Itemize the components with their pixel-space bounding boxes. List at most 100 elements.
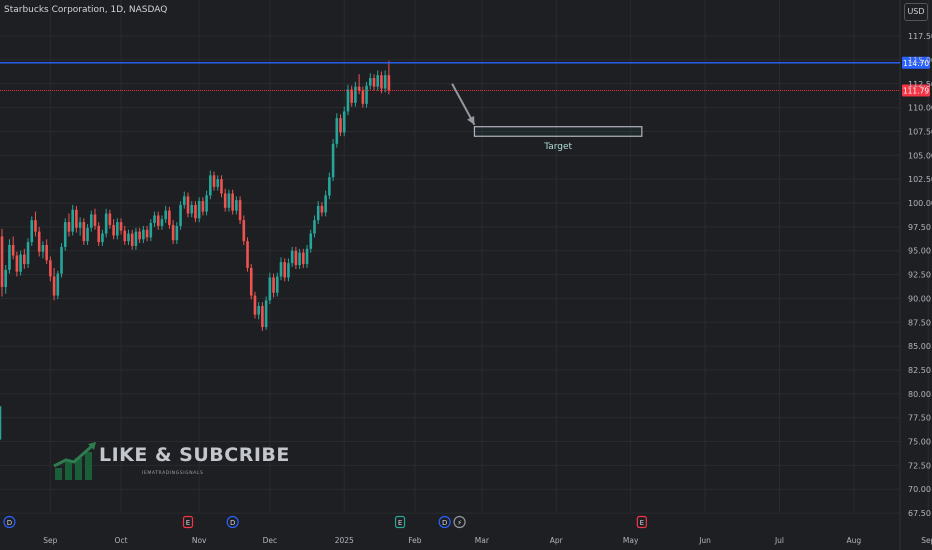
candle-body [52,276,56,296]
candle-body [179,204,182,226]
candle-body [78,222,82,228]
candle-body [56,273,60,296]
y-tick-label: 75.00 [908,438,931,447]
candle-body [275,276,279,293]
candle-body [190,204,194,214]
time-axis[interactable]: Sep Oct Nov Dec 2025 Feb Mar Apr May Jun Jul Aug Sep… [43,536,932,545]
candle-body [253,295,257,315]
candle-body [11,245,15,256]
candle-body [15,255,19,272]
dividend-marker-label: D [442,519,447,527]
candle-body [60,246,63,274]
candle-body [294,250,298,266]
candle-body [82,222,86,242]
x-tick-label: Sep [921,536,932,545]
chart-title: Starbucks Corporation, 1D, NASDAQ [4,5,168,15]
candle-body [119,222,123,231]
y-tick-label: 77.50 [908,414,931,423]
y-tick-label: 72.50 [908,461,931,470]
candle-body [164,210,167,220]
y-tick-label: 100.00 [908,199,932,208]
candle-body [149,223,153,238]
currency-button[interactable]: USD [904,3,928,21]
candle-body [272,277,275,293]
candle-body [302,252,305,265]
x-tick-label: Jun [698,536,711,545]
watermark: LIKE & SUBCRIBE IEMATRADINGSIGNALS [52,440,289,485]
split-marker-label: ⚡ [457,519,462,527]
candle-body [130,233,134,246]
candle-body [8,245,11,270]
candle-body [138,231,141,240]
target-label: Target [543,142,572,152]
candle-body [212,175,216,187]
x-tick-label: 2025 [335,536,354,545]
dividend-marker-label: D [7,519,12,527]
y-tick-label: 110.00 [908,104,932,113]
annotations[interactable]: Target [451,83,643,152]
candle-body [264,300,268,328]
candle-body [339,118,342,133]
candle-body [30,220,34,243]
target-box[interactable] [473,126,643,137]
candle-body [142,229,145,240]
candle-body [372,78,376,87]
candle-body [75,209,78,228]
candle-body [309,233,313,249]
candle-body [116,222,119,236]
candle-body [316,205,320,221]
candle-body [368,78,372,86]
candle-body [104,213,108,234]
candle-body [97,225,101,243]
y-tick-label: 90.00 [908,294,931,303]
candle-body [4,269,8,287]
y-tick-label: 82.50 [908,366,931,375]
x-tick-label: May [623,536,639,545]
candle-body [145,229,149,238]
candle-body [249,267,253,296]
candle-body [71,209,74,232]
candle-body [101,233,104,243]
candle-body [186,196,190,214]
y-tick-label: 115.00 [908,56,932,65]
candle-body [45,245,48,261]
candle-body [182,196,186,205]
candle-body [354,86,357,103]
candle-body [231,193,234,211]
candle-body [89,214,93,228]
candle-body [156,215,160,226]
candle-body [324,195,327,213]
x-tick-label: Nov [192,536,207,545]
price-axis[interactable]: 67.50 70.00 72.50 75.00 77.50 80.00 82.50 85.00… [908,32,932,518]
candle-body [209,175,212,196]
candle-body [127,233,130,242]
y-tick-label: 107.50 [908,127,932,136]
candle-body [261,306,264,328]
dividend-marker-label: D [230,519,235,527]
candle-body [242,220,246,242]
candle-body [153,215,156,224]
candle-body [383,75,387,89]
candle-body [361,90,365,104]
candle-body [216,179,220,187]
y-tick-label: 112.50 [908,80,932,89]
candle-body [268,277,272,301]
candle-body [365,85,368,104]
candle-body [346,89,350,112]
candle-body [287,263,290,278]
horizontal-lines[interactable]: 114.70111.79 [0,56,930,97]
y-tick-label: 67.50 [908,509,931,518]
candle-body [246,241,249,268]
y-tick-label: 80.00 [908,390,931,399]
candle-body [320,205,324,213]
candle-body [134,231,138,246]
x-tick-label: Oct [115,536,128,545]
event-markers[interactable]: D E D E D ⚡ E [3,515,647,529]
y-tick-label: 97.50 [908,223,931,232]
candle-body [67,222,71,232]
candle-body [175,225,179,241]
y-tick-label: 85.00 [908,342,931,351]
candle-body [331,143,335,178]
y-tick-label: 92.50 [908,271,931,280]
candle-body [26,242,30,265]
